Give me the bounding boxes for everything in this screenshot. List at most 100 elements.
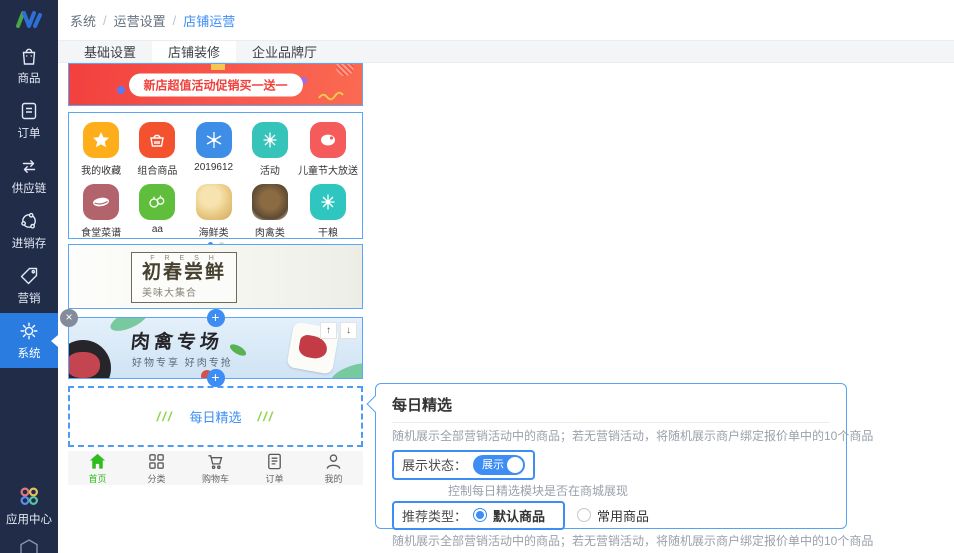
display-status-row: 展示状态： 展示: [392, 450, 830, 480]
panel-description-bottom: 随机展示全部营销活动中的商品；若无营销活动，将随机展示商户绑定报价单中的10个商…: [392, 534, 830, 550]
active-indicator-notch: [51, 335, 58, 347]
breadcrumb-separator: /: [103, 13, 107, 28]
icon-grid: 我的收藏 组合商品: [69, 113, 362, 239]
snowflake-icon: [196, 122, 232, 158]
module-meat-banner[interactable]: 肉禽专场 好物专享 好肉专抢 × + + ↑ ↓: [68, 317, 363, 379]
tab-store-decoration[interactable]: 店铺装修: [152, 41, 236, 62]
radio-default-product[interactable]: [473, 508, 487, 522]
breadcrumb: 系统 / 运营设置 / 店铺运营: [58, 0, 954, 40]
breadcrumb-item-operation-settings[interactable]: 运营设置: [114, 11, 166, 30]
grid-item-seafood[interactable]: 海鲜类: [186, 184, 242, 239]
tabbar-item-cart[interactable]: 购物车: [186, 452, 245, 485]
grid-item-label: 儿童节大放送: [298, 162, 358, 177]
grid-item-2019612[interactable]: 2019612: [186, 122, 242, 177]
order-icon: [18, 100, 40, 122]
cart-icon: [206, 452, 225, 471]
sidebar-item-label: 供应链: [12, 180, 47, 196]
meat-dish-photo: [252, 184, 288, 220]
basket-icon: [139, 122, 175, 158]
delete-module-button[interactable]: ×: [60, 309, 78, 327]
confetti-rect: [211, 64, 225, 70]
radio-common-product-label[interactable]: 常用商品: [597, 506, 649, 525]
phone-tabbar: 首页 分类 购物车: [68, 451, 363, 485]
daily-pick-settings-panel: 每日精选 随机展示全部营销活动中的商品；若无营销活动，将随机展示商户绑定报价单中…: [375, 383, 847, 529]
grid-item-label: 肉禽类: [255, 224, 285, 239]
app-logo-icon: [12, 8, 46, 30]
module-fresh-banner[interactable]: F R E S H 初春尝鲜 美味大集合: [68, 244, 363, 309]
tab-basic-settings[interactable]: 基础设置: [68, 41, 152, 62]
breadcrumb-separator: /: [173, 13, 177, 28]
add-module-above-button[interactable]: +: [207, 309, 225, 327]
grid-item-favorites[interactable]: 我的收藏: [73, 122, 129, 177]
tabbar-label: 订单: [265, 472, 283, 485]
sidebar: 商品 订单 供应链: [0, 0, 58, 553]
sidebar-item-goods[interactable]: 商品: [0, 38, 58, 93]
radio-dot: [476, 511, 484, 519]
tabbar-item-categories[interactable]: 分类: [127, 452, 186, 485]
sidebar-item-app-center[interactable]: 应用中心: [0, 479, 58, 531]
sidebar-item-supply-chain[interactable]: 供应链: [0, 148, 58, 203]
vegetable-icon: [139, 184, 175, 220]
hotpot-decor: [69, 340, 111, 378]
tabbar-item-profile[interactable]: 我的: [304, 452, 363, 485]
move-down-button[interactable]: ↓: [340, 322, 357, 339]
radio-common-product[interactable]: [577, 508, 591, 522]
grid-item-aa[interactable]: aa: [129, 184, 185, 239]
grid-item-combo[interactable]: 组合商品: [129, 122, 185, 177]
sidebar-item-marketing[interactable]: 营销: [0, 258, 58, 313]
slash-decor: ///: [258, 409, 275, 424]
grid-item-dry-food[interactable]: 干粮: [298, 184, 358, 239]
tab-brand-hall[interactable]: 企业品牌厅: [236, 41, 333, 62]
sidebar-item-label: 商品: [18, 70, 41, 86]
tabbar-label: 购物车: [202, 472, 229, 485]
meat-decor: [69, 352, 100, 378]
fresh-eyebrow: F R E S H: [142, 255, 226, 262]
radio-default-product-label[interactable]: 默认商品: [493, 506, 545, 525]
grid-item-label: 干粮: [318, 224, 338, 239]
move-up-button[interactable]: ↑: [320, 322, 337, 339]
inventory-icon: [18, 210, 40, 232]
grid-item-label: 食堂菜谱: [81, 224, 121, 239]
display-status-toggle[interactable]: 展示: [473, 455, 525, 475]
grid-icon: [147, 452, 166, 471]
add-module-below-button[interactable]: +: [207, 369, 225, 387]
sidebar-item-orders[interactable]: 订单: [0, 93, 58, 148]
document-icon: [265, 452, 284, 471]
sidebar-item-label: 营销: [18, 290, 41, 306]
breadcrumb-item-store-operation: 店铺运营: [183, 11, 235, 30]
meat-banner-title: 肉禽专场: [130, 327, 225, 354]
main-content: 新店超值活动促销买一送一 我的收藏: [58, 63, 954, 553]
breadcrumb-item-system[interactable]: 系统: [70, 11, 96, 30]
promo-pill-text: 新店超值活动促销买一送一: [128, 73, 302, 96]
grid-item-poultry[interactable]: 肉禽类: [242, 184, 298, 239]
module-icon-grid[interactable]: 我的收藏 组合商品: [68, 112, 363, 239]
recommend-type-row: 推荐类型： 默认商品 常用商品: [392, 501, 830, 530]
tabbar-item-home[interactable]: 首页: [68, 452, 127, 485]
daily-pick-label: 每日精选: [189, 407, 241, 426]
sidebar-item-label: 应用中心: [6, 511, 52, 527]
tabbar-item-orders[interactable]: 订单: [245, 452, 304, 485]
tabbar-label: 首页: [88, 472, 106, 485]
grid-item-canteen-menu[interactable]: 食堂菜谱: [73, 184, 129, 239]
grid-item-children-day[interactable]: 儿童节大放送: [298, 122, 358, 177]
hotdog-icon: [83, 184, 119, 220]
fresh-subtitle: 美味大集合: [142, 284, 226, 299]
seafood-photo: [196, 184, 232, 220]
tab-strip: 基础设置 店铺装修 企业品牌厅: [58, 40, 954, 63]
module-daily-pick[interactable]: /// 每日精选 ///: [68, 386, 363, 447]
sidebar-item-inventory[interactable]: 进销存: [0, 203, 58, 258]
toggle-knob: [507, 457, 523, 473]
sidebar-item-system[interactable]: 系统: [0, 313, 58, 368]
app-center-icon: [17, 484, 41, 508]
blob-icon: [310, 122, 346, 158]
sidebar-item-label: 进销存: [12, 235, 47, 251]
burst-icon: [252, 122, 288, 158]
display-status-highlight-box: 展示状态： 展示: [392, 450, 535, 480]
striped-circle-decor: [336, 63, 354, 76]
display-status-note: 控制每日精选模块是否在商城展现: [448, 482, 830, 499]
module-promo-banner[interactable]: 新店超值活动促销买一送一: [68, 63, 363, 106]
tabbar-label: 我的: [324, 472, 342, 485]
grid-item-activity[interactable]: 活动: [242, 122, 298, 177]
grid-item-label: 海鲜类: [199, 224, 229, 239]
panel-description: 随机展示全部营销活动中的商品；若无营销活动，将随机展示商户绑定报价单中的10个商…: [392, 429, 830, 445]
